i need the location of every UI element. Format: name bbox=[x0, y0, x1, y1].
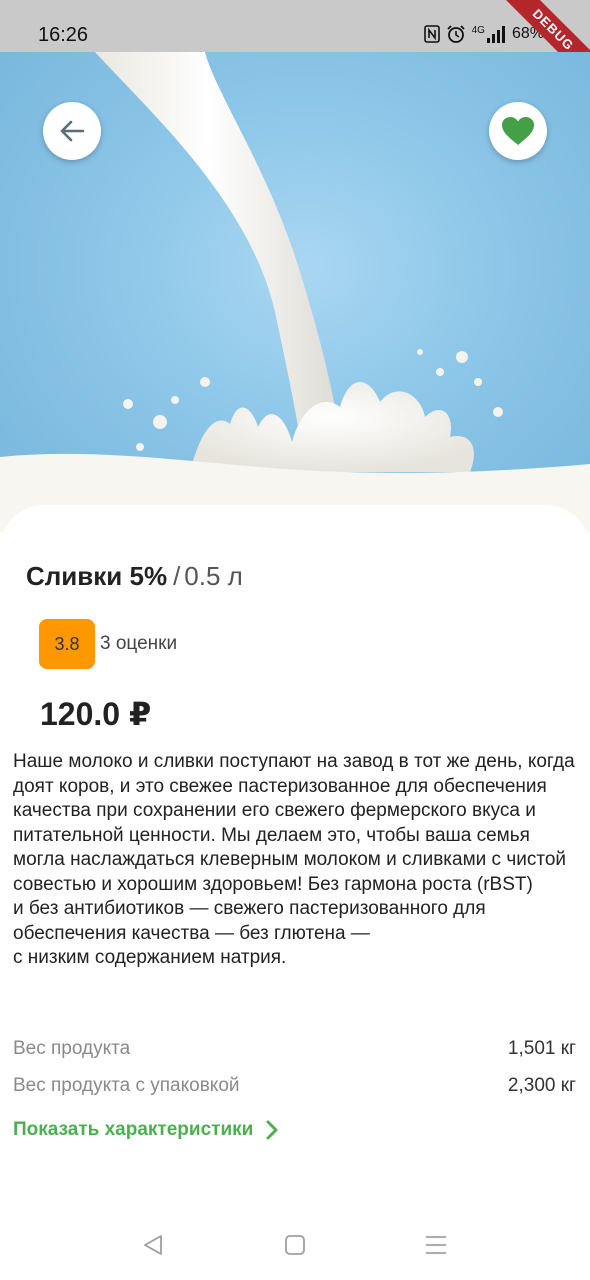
nav-home-button[interactable] bbox=[282, 1232, 308, 1258]
nfc-icon bbox=[423, 25, 440, 43]
arrow-left-icon bbox=[60, 120, 85, 142]
product-title: Сливки 5%/0.5 л bbox=[26, 561, 243, 592]
nav-menu-button[interactable] bbox=[423, 1232, 449, 1258]
status-time: 16:26 bbox=[38, 24, 89, 46]
network-label: 4G bbox=[471, 25, 485, 36]
product-details-card: Сливки 5%/0.5 л 3.8 3 оценки 120.0 ₽ Наш… bbox=[0, 505, 590, 1225]
nav-back-icon bbox=[144, 1235, 162, 1255]
favorite-button[interactable] bbox=[489, 102, 547, 160]
spec-row: Вес продукта с упаковкой 2,300 кг bbox=[13, 1075, 576, 1097]
spec-row: Вес продукта 1,501 кг bbox=[13, 1038, 576, 1060]
nav-home-icon bbox=[285, 1235, 305, 1255]
show-specs-link[interactable]: Показать характеристики bbox=[13, 1119, 279, 1141]
chevron-right-icon bbox=[266, 1120, 278, 1140]
status-bar: 16:26 4G 68% DEBUG bbox=[0, 0, 590, 52]
product-name: Сливки 5% bbox=[26, 561, 168, 591]
alarm-icon bbox=[446, 24, 466, 44]
rating-count[interactable]: 3 оценки bbox=[100, 633, 177, 655]
product-volume: 0.5 л bbox=[184, 561, 243, 591]
spec-label: Вес продукта bbox=[13, 1038, 131, 1059]
rating-badge: 3.8 bbox=[39, 619, 95, 669]
nav-menu-icon bbox=[426, 1236, 446, 1254]
nav-back-button[interactable] bbox=[140, 1232, 166, 1258]
signal-icon: 4G bbox=[472, 25, 506, 43]
spec-label: Вес продукта с упаковкой bbox=[13, 1075, 240, 1096]
product-description: Наше молоко и сливки поступают на завод … bbox=[13, 751, 575, 968]
title-separator: / bbox=[173, 561, 181, 591]
show-specs-label: Показать характеристики bbox=[13, 1119, 254, 1140]
spec-value: 2,300 кг bbox=[507, 1075, 576, 1096]
product-price: 120.0 ₽ bbox=[40, 696, 152, 732]
product-image bbox=[0, 52, 590, 532]
spec-value: 1,501 кг bbox=[507, 1038, 576, 1059]
back-button[interactable] bbox=[43, 102, 101, 160]
heart-icon bbox=[502, 117, 534, 145]
system-nav-bar bbox=[0, 1210, 590, 1280]
